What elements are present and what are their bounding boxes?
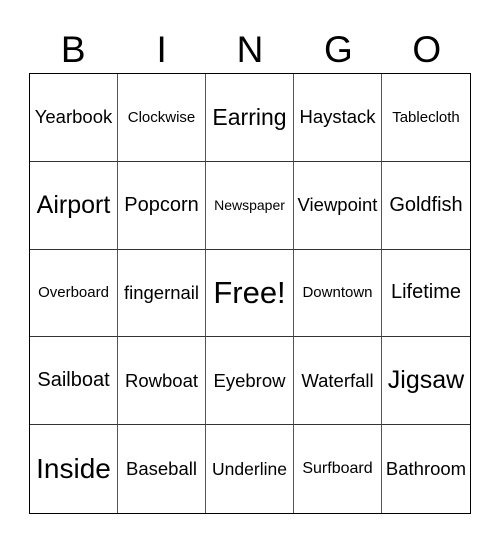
cell-label: Overboard xyxy=(38,284,109,302)
bingo-cell[interactable]: Goldfish xyxy=(382,162,470,250)
bingo-cell[interactable]: Downtown xyxy=(294,249,382,338)
cell-label: Yearbook xyxy=(34,106,113,128)
cell-label: Goldfish xyxy=(389,193,463,216)
cell-label: Inside xyxy=(36,453,111,485)
bingo-cell[interactable]: Earring xyxy=(206,74,294,162)
bingo-cell[interactable]: Viewpoint xyxy=(294,161,382,250)
bingo-cell[interactable]: Popcorn xyxy=(118,161,206,250)
bingo-cell[interactable]: Haystack xyxy=(294,74,382,162)
cell-label: Underline xyxy=(212,458,287,479)
bingo-cell[interactable]: Jigsaw xyxy=(382,337,470,426)
bingo-cell[interactable]: Tablecloth xyxy=(382,74,470,162)
cell-label: Bathroom xyxy=(385,458,467,480)
bingo-cell[interactable]: Underline xyxy=(206,425,294,513)
cell-label: Rowboat xyxy=(124,369,198,391)
cell-label: Haystack xyxy=(299,106,376,128)
bingo-cell[interactable]: Yearbook xyxy=(30,74,118,162)
free-space-cell[interactable]: Free! xyxy=(206,249,294,338)
bingo-cell[interactable]: Clockwise xyxy=(118,74,206,162)
bingo-grid: Yearbook Clockwise Earring Haystack Tabl… xyxy=(29,73,471,514)
bingo-cell[interactable]: Inside xyxy=(30,425,118,513)
bingo-cell[interactable]: Waterfall xyxy=(294,337,382,426)
cell-label: Downtown xyxy=(302,284,373,302)
bingo-cell[interactable]: Rowboat xyxy=(118,337,206,426)
cell-label: Viewpoint xyxy=(297,194,378,216)
cell-label: Sailboat xyxy=(37,369,110,392)
bingo-cell[interactable]: Sailboat xyxy=(30,337,118,426)
bingo-cell[interactable]: fingernail xyxy=(118,249,206,338)
cell-label: Clockwise xyxy=(127,108,196,126)
cell-label: Airport xyxy=(36,190,111,219)
bingo-header: B I N G O xyxy=(29,28,471,72)
header-letter-o: O xyxy=(412,29,442,70)
cell-label: Jigsaw xyxy=(387,366,465,395)
bingo-cell[interactable]: Newspaper xyxy=(206,161,294,250)
header-letter-n: N xyxy=(236,29,264,70)
cell-label: Earring xyxy=(212,103,287,130)
cell-label: Eyebrow xyxy=(213,369,286,391)
bingo-cell[interactable]: Surfboard xyxy=(294,425,382,513)
cell-label: Baseball xyxy=(126,458,197,480)
cell-label: Waterfall xyxy=(301,369,374,391)
cell-label: Surfboard xyxy=(302,460,373,478)
header-letter-i: I xyxy=(156,29,167,70)
free-space-label: Free! xyxy=(213,274,286,310)
cell-label: Popcorn xyxy=(124,193,199,216)
cell-label: fingernail xyxy=(123,281,200,303)
bingo-cell[interactable]: Baseball xyxy=(118,425,206,513)
bingo-cell[interactable]: Lifetime xyxy=(382,250,470,338)
bingo-cell[interactable]: Overboard xyxy=(30,249,118,338)
cell-label: Newspaper xyxy=(214,197,285,214)
header-letter-g: G xyxy=(323,29,353,70)
header-letter-b: B xyxy=(60,29,86,70)
cell-label: Tablecloth xyxy=(392,108,460,126)
bingo-cell[interactable]: Bathroom xyxy=(382,425,470,513)
bingo-cell[interactable]: Airport xyxy=(30,161,118,250)
cell-label: Lifetime xyxy=(390,281,462,304)
bingo-cell[interactable]: Eyebrow xyxy=(206,337,294,426)
